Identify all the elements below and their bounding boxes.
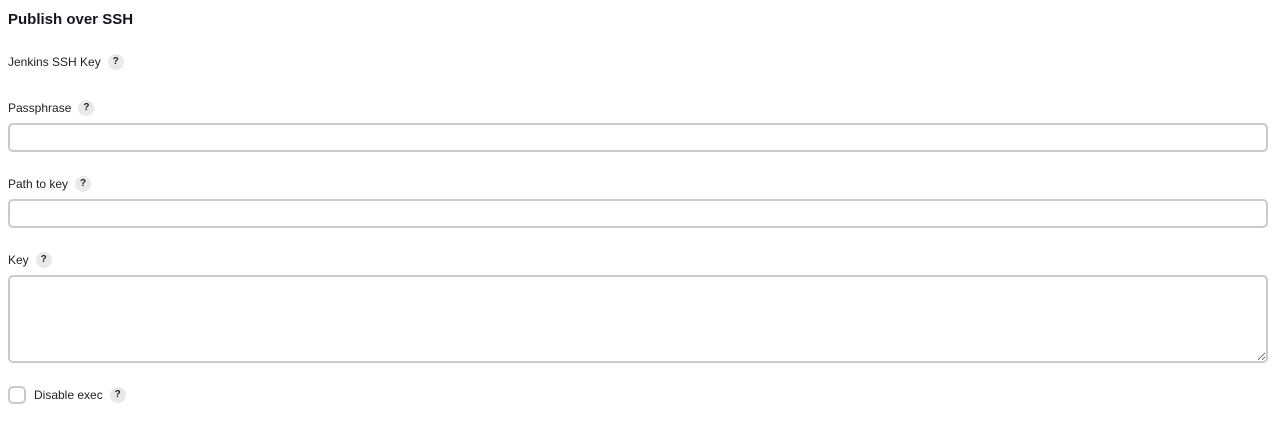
path-to-key-label-row: Path to key ? (8, 176, 92, 192)
passphrase-input[interactable] (8, 123, 1268, 152)
help-icon[interactable]: ? (109, 387, 126, 403)
key-textarea[interactable] (8, 275, 1268, 363)
section-title: Publish over SSH (8, 11, 134, 28)
help-icon[interactable]: ? (78, 100, 95, 116)
passphrase-label-row: Passphrase ? (8, 100, 95, 116)
key-label: Key (8, 253, 29, 267)
key-label-row: Key ? (8, 252, 52, 268)
disable-exec-row: Disable exec ? (8, 386, 126, 404)
jenkins-ssh-key-label: Jenkins SSH Key (8, 55, 101, 69)
passphrase-label: Passphrase (8, 101, 72, 115)
help-icon[interactable]: ? (75, 176, 92, 192)
path-to-key-input[interactable] (8, 199, 1268, 228)
jenkins-ssh-key-label-row: Jenkins SSH Key ? (8, 54, 124, 70)
help-icon[interactable]: ? (107, 54, 124, 70)
path-to-key-label: Path to key (8, 177, 69, 191)
disable-exec-checkbox[interactable] (8, 386, 26, 404)
disable-exec-label[interactable]: Disable exec (34, 388, 103, 402)
publish-over-ssh-section: Publish over SSH Jenkins SSH Key ? Passp… (0, 0, 1280, 423)
help-icon[interactable]: ? (35, 252, 52, 268)
